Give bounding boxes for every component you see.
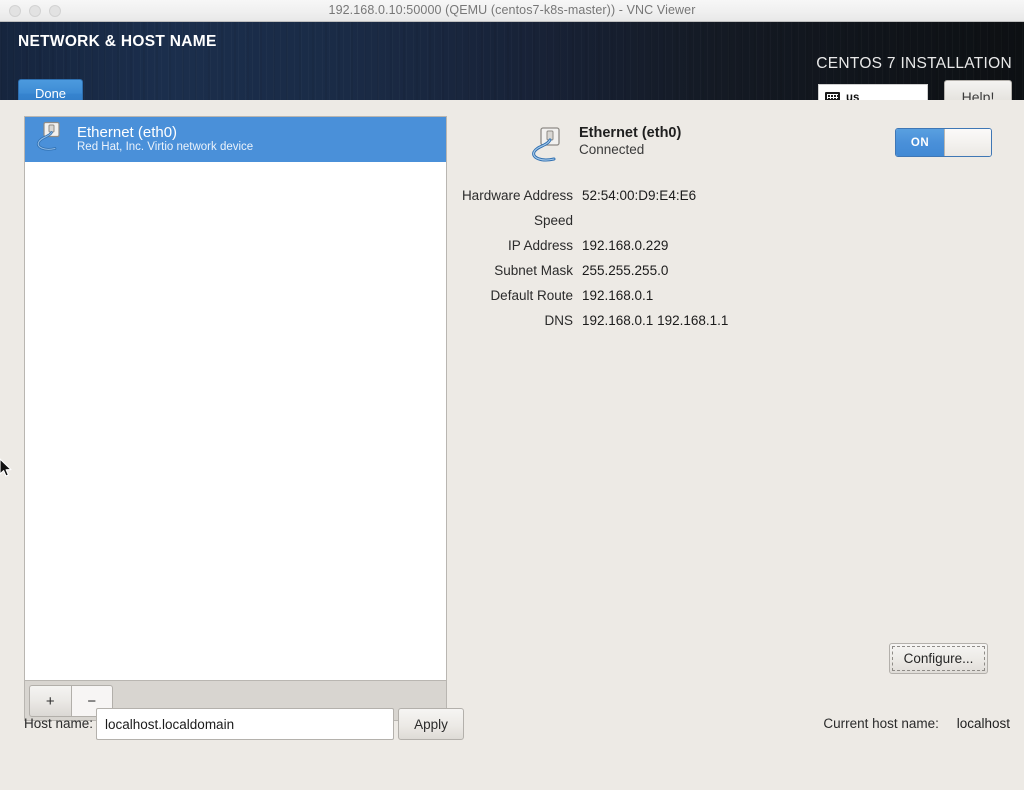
property-label: Hardware Address xyxy=(461,188,573,203)
device-power-toggle[interactable]: ON xyxy=(895,128,992,157)
toggle-state-label: ON xyxy=(896,129,944,156)
property-row: IP Address 192.168.0.229 xyxy=(455,238,1010,253)
keyboard-layout-indicator[interactable]: us xyxy=(818,84,928,100)
list-item[interactable]: Ethernet (eth0) Red Hat, Inc. Virtio net… xyxy=(25,117,446,162)
device-properties: Hardware Address 52:54:00:D9:E4:E6 Speed… xyxy=(455,188,1010,338)
hostname-input[interactable] xyxy=(96,708,394,740)
property-value: 192.168.0.1 xyxy=(582,288,654,303)
apply-button[interactable]: Apply xyxy=(398,708,464,740)
device-detail-header: Ethernet (eth0) Connected xyxy=(530,124,681,171)
property-label: Default Route xyxy=(490,288,573,303)
ethernet-cable-icon xyxy=(35,121,69,158)
ethernet-cable-icon xyxy=(530,126,570,171)
device-connection-status: Connected xyxy=(579,142,645,158)
current-hostname-value: localhost xyxy=(956,716,1010,731)
property-row: Subnet Mask 255.255.255.0 xyxy=(455,263,1010,278)
device-detail-title: Ethernet (eth0) xyxy=(579,125,682,141)
keyboard-icon xyxy=(825,92,840,100)
property-value: 192.168.0.229 xyxy=(582,238,669,253)
device-name: Ethernet (eth0) xyxy=(77,123,178,141)
property-value: 255.255.255.0 xyxy=(582,263,669,278)
current-hostname: Current host name: localhost xyxy=(823,716,1010,731)
help-button[interactable]: Help! xyxy=(944,80,1012,100)
installation-label: CENTOS 7 INSTALLATION xyxy=(816,55,1012,72)
page-title: NETWORK & HOST NAME xyxy=(18,33,217,50)
property-value: 192.168.0.1 192.168.1.1 xyxy=(582,313,729,328)
property-value: 52:54:00:D9:E4:E6 xyxy=(582,188,697,203)
property-row: Speed xyxy=(455,213,1010,228)
property-label: IP Address xyxy=(507,238,573,253)
property-row: Default Route 192.168.0.1 xyxy=(455,288,1010,303)
device-detail-panel: Ethernet (eth0) Connected ON Hardware Ad… xyxy=(455,116,1010,681)
property-label: DNS xyxy=(544,313,573,328)
window-titlebar: 192.168.0.10:50000 (QEMU (centos7-k8s-ma… xyxy=(0,0,1024,22)
done-button[interactable]: Done xyxy=(18,79,83,100)
property-label: Subnet Mask xyxy=(494,263,573,278)
property-label: Speed xyxy=(533,213,573,228)
installer-header: NETWORK & HOST NAME Done CENTOS 7 INSTAL… xyxy=(0,22,1024,100)
keyboard-layout-label: us xyxy=(846,91,860,101)
toggle-knob[interactable] xyxy=(944,129,991,156)
window-title: 192.168.0.10:50000 (QEMU (centos7-k8s-ma… xyxy=(328,3,696,17)
main-content: Ethernet (eth0) Red Hat, Inc. Virtio net… xyxy=(0,100,1024,790)
vnc-viewer-window: 192.168.0.10:50000 (QEMU (centos7-k8s-ma… xyxy=(0,0,1024,790)
network-device-list[interactable]: Ethernet (eth0) Red Hat, Inc. Virtio net… xyxy=(24,116,447,681)
property-row: DNS 192.168.0.1 192.168.1.1 xyxy=(455,313,1010,328)
configure-button[interactable]: Configure... xyxy=(889,643,988,674)
add-device-button[interactable]: + xyxy=(29,685,71,717)
hostname-label: Host name: xyxy=(24,716,94,731)
current-hostname-label: Current host name: xyxy=(823,716,939,731)
property-row: Hardware Address 52:54:00:D9:E4:E6 xyxy=(455,188,1010,203)
device-description: Red Hat, Inc. Virtio network device xyxy=(77,141,254,154)
